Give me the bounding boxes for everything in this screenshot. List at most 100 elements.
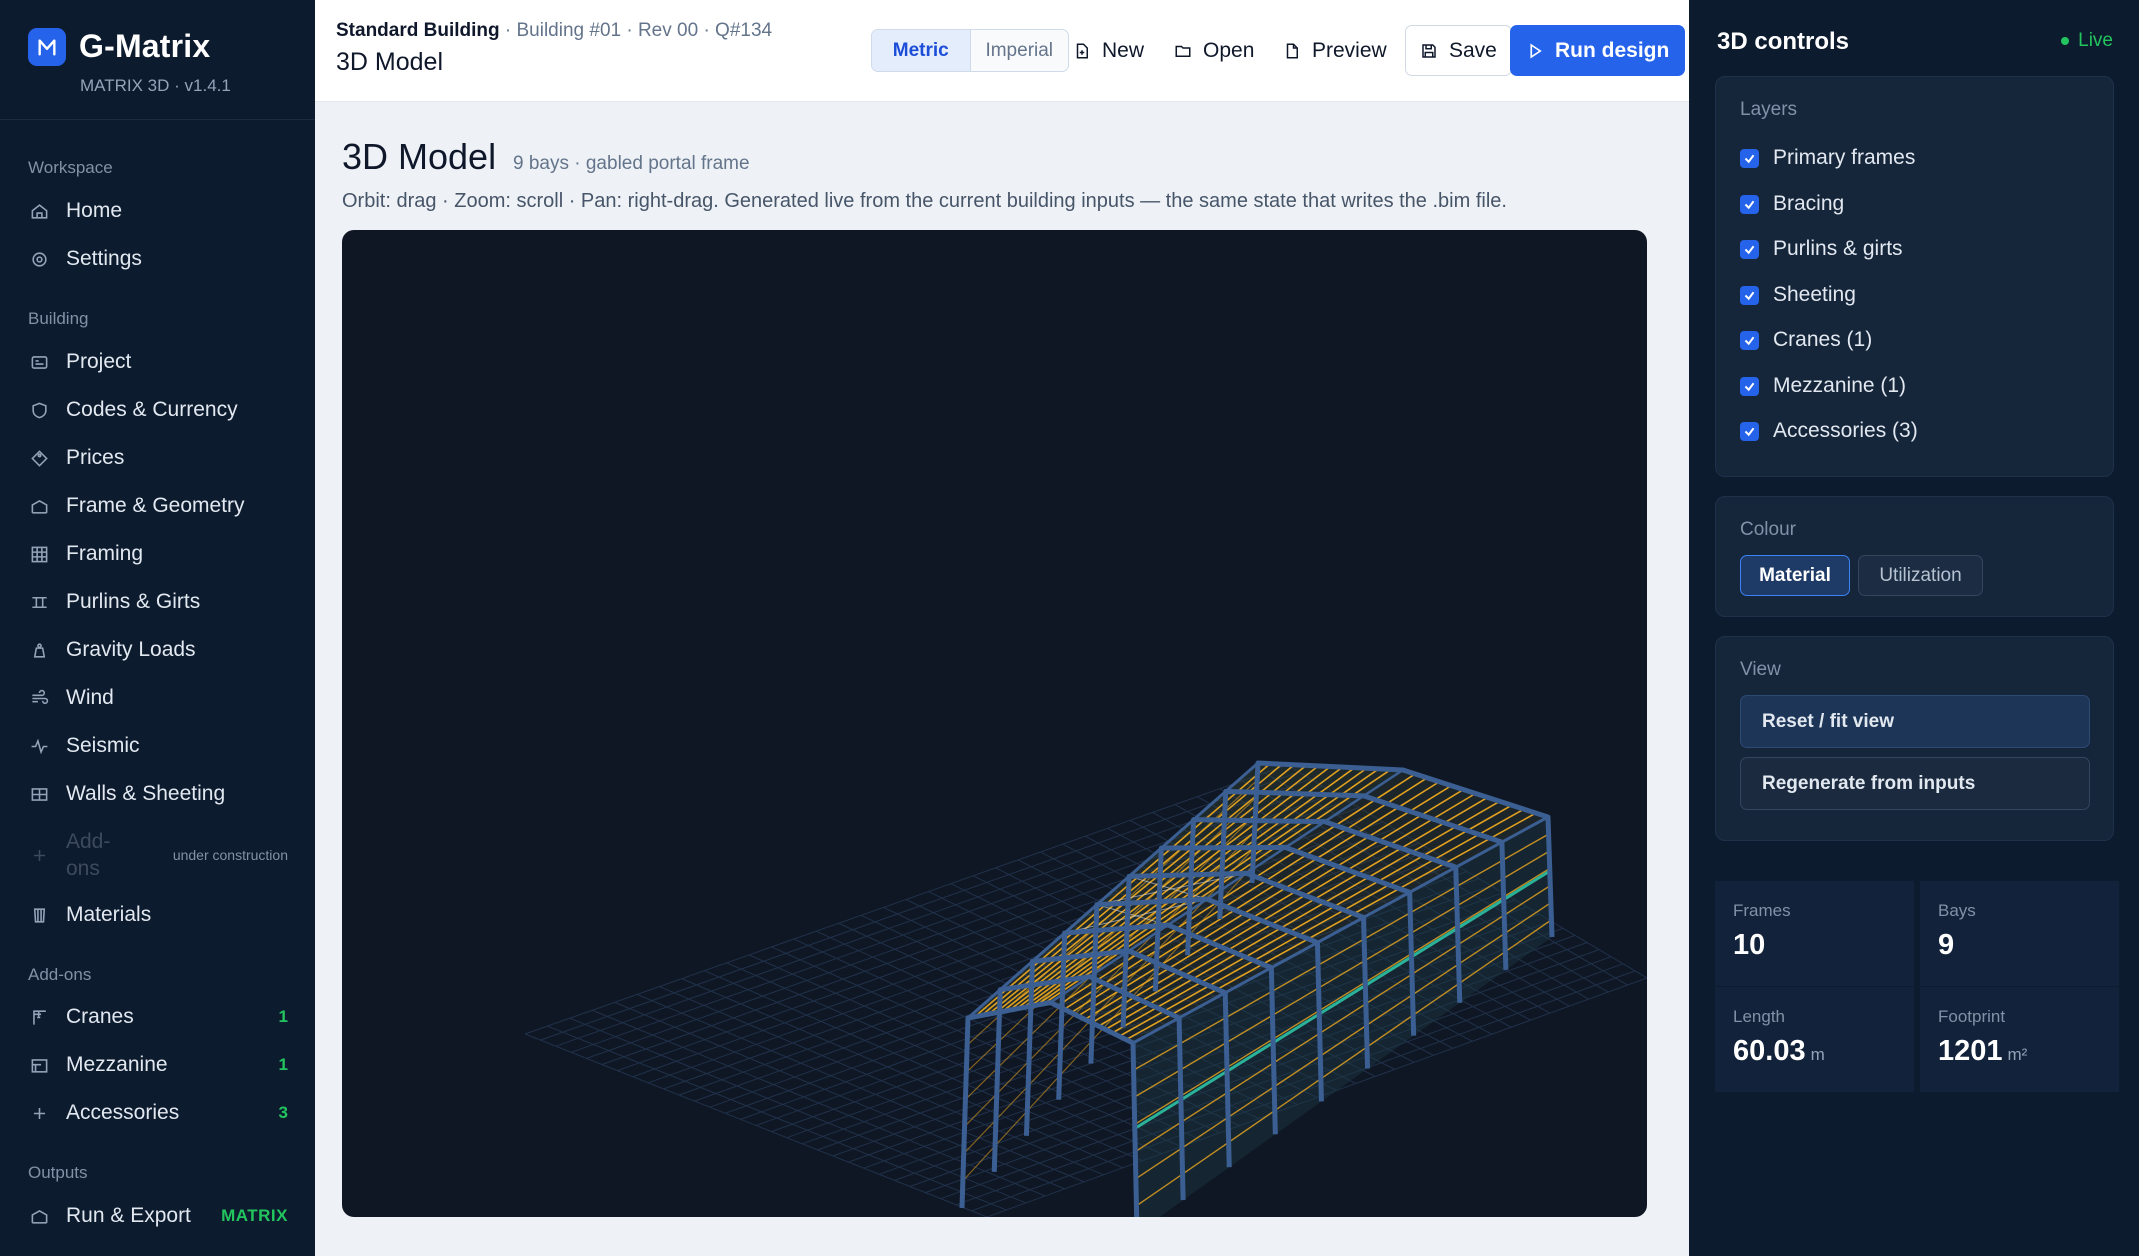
section-outputs: Outputs bbox=[28, 1163, 88, 1182]
sidebar-item-addons-disabled: Add-ons under construction bbox=[28, 827, 288, 883]
sidebar-item-project[interactable]: Project bbox=[28, 342, 288, 382]
stat-label: Frames bbox=[1733, 901, 1791, 920]
sidebar-item-label: Prices bbox=[66, 446, 125, 469]
layer-bracing-checkbox[interactable]: Bracing bbox=[1740, 192, 1844, 216]
frame-icon bbox=[28, 495, 50, 517]
live-dot-icon bbox=[2061, 37, 2070, 45]
3d-scene[interactable] bbox=[342, 230, 1647, 1217]
length-value: 60.03 bbox=[1733, 1035, 1806, 1067]
sidebar-item-mezzanine[interactable]: Mezzanine 1 bbox=[28, 1045, 288, 1085]
preview-button[interactable]: Preview bbox=[1283, 25, 1387, 76]
view-card: View Reset / fit view Regenerate from in… bbox=[1715, 636, 2114, 841]
grid-icon bbox=[28, 543, 50, 565]
top-bar: Standard Building · Building #01 · Rev 0… bbox=[315, 0, 1689, 102]
sidebar-item-label: Add-ons bbox=[66, 830, 111, 880]
sidebar-item-gravity-loads[interactable]: Gravity Loads bbox=[28, 630, 288, 670]
sidebar-item-label: Settings bbox=[66, 247, 142, 270]
layer-label: Primary frames bbox=[1773, 146, 1916, 169]
sidebar-item-label: Wind bbox=[66, 686, 114, 709]
layer-primary-frames-checkbox[interactable]: Primary frames bbox=[1740, 146, 1915, 170]
sidebar-item-label: Framing bbox=[66, 542, 144, 565]
sidebar-item-settings[interactable]: Settings bbox=[28, 239, 288, 279]
colour-material-button[interactable]: Material bbox=[1740, 555, 1850, 596]
count-badge: 3 bbox=[278, 1103, 288, 1122]
sidebar-item-label: Materials bbox=[66, 903, 152, 926]
model-stats: Frames 10 Bays 9 Length 60.03 m Footprint… bbox=[1715, 881, 2119, 1092]
layer-label: Purlins & girts bbox=[1773, 237, 1903, 260]
logo-icon bbox=[28, 28, 66, 66]
sidebar-item-seismic[interactable]: Seismic bbox=[28, 726, 288, 766]
sidebar-item-codes[interactable]: Codes & Currency bbox=[28, 390, 288, 430]
new-label: New bbox=[1102, 38, 1145, 62]
sidebar-item-prices[interactable]: Prices bbox=[28, 438, 288, 478]
sidebar-item-run-export[interactable]: Run & Export MATRIX bbox=[28, 1196, 288, 1236]
sidebar-item-materials[interactable]: Materials bbox=[28, 895, 288, 935]
sidebar-item-home[interactable]: Home bbox=[28, 191, 288, 231]
3d-viewport[interactable] bbox=[342, 230, 1647, 1217]
sidebar-item-label: Codes & Currency bbox=[66, 398, 238, 421]
new-button[interactable]: New bbox=[1073, 25, 1144, 76]
layer-cranes-checkbox[interactable]: Cranes (1) bbox=[1740, 328, 1872, 352]
header-title: 3D Model bbox=[336, 48, 443, 76]
layers-card: Layers Primary frames Bracing Purlins & … bbox=[1715, 76, 2114, 477]
save-button[interactable]: Save bbox=[1405, 25, 1512, 76]
stat-frames: Frames 10 bbox=[1715, 881, 1914, 986]
layer-purlins-checkbox[interactable]: Purlins & girts bbox=[1740, 237, 1903, 261]
sidebar-item-cranes[interactable]: Cranes 1 bbox=[28, 997, 288, 1037]
layer-label: Bracing bbox=[1773, 192, 1845, 215]
length-unit: m bbox=[1810, 1045, 1825, 1064]
sidebar-item-accessories[interactable]: Accessories 3 bbox=[28, 1093, 288, 1133]
layer-label: Cranes (1) bbox=[1773, 328, 1873, 351]
mezzanine-icon bbox=[28, 1054, 50, 1076]
3d-controls-panel: 3D controls Live Layers Primary frames B… bbox=[1689, 0, 2139, 1256]
regenerate-button[interactable]: Regenerate from inputs bbox=[1740, 757, 2090, 810]
breadcrumb-details: · Building #01 · Rev 00 · Q#134 bbox=[499, 20, 773, 41]
sidebar-item-label: Walls & Sheeting bbox=[66, 782, 226, 805]
purlin-icon bbox=[28, 591, 50, 613]
layer-label: Sheeting bbox=[1773, 283, 1856, 306]
sidebar-item-label: Purlins & Girts bbox=[66, 590, 201, 613]
run-design-button[interactable]: Run design bbox=[1510, 25, 1686, 76]
controls-title: 3D controls bbox=[1717, 28, 1850, 55]
weight-icon bbox=[28, 639, 50, 661]
save-label: Save bbox=[1449, 38, 1497, 62]
tag-icon bbox=[28, 447, 50, 469]
layer-accessories-checkbox[interactable]: Accessories (3) bbox=[1740, 419, 1918, 443]
building-model[interactable] bbox=[959, 760, 1555, 1217]
play-icon bbox=[1530, 42, 1542, 59]
layer-sheeting-checkbox[interactable]: Sheeting bbox=[1740, 283, 1856, 307]
checkbox-checked-icon bbox=[1740, 421, 1759, 441]
sidebar-item-frame-geometry[interactable]: Frame & Geometry bbox=[28, 486, 288, 526]
layers-heading: Layers bbox=[1740, 99, 1798, 120]
sidebar: G-Matrix MATRIX 3D · v1.4.1 Workspace Ho… bbox=[0, 0, 315, 1256]
unit-metric-button[interactable]: Metric bbox=[872, 30, 971, 71]
pulse-icon bbox=[28, 735, 50, 757]
sidebar-item-label: Project bbox=[66, 350, 132, 373]
colour-utilization-button[interactable]: Utilization bbox=[1858, 555, 1983, 596]
under-construction-note: under construction bbox=[172, 847, 288, 863]
brand: G-Matrix MATRIX 3D · v1.4.1 bbox=[0, 0, 315, 120]
sidebar-item-label: Home bbox=[66, 199, 123, 222]
preview-label: Preview bbox=[1312, 38, 1387, 62]
count-badge: 1 bbox=[278, 1055, 288, 1074]
unit-imperial-button[interactable]: Imperial bbox=[971, 30, 1069, 71]
breadcrumb-building[interactable]: Standard Building bbox=[336, 20, 500, 41]
checkbox-checked-icon bbox=[1740, 239, 1759, 259]
layer-mezzanine-checkbox[interactable]: Mezzanine (1) bbox=[1740, 374, 1906, 398]
id-card-icon bbox=[28, 351, 50, 373]
frames-value: 10 bbox=[1733, 929, 1766, 961]
sidebar-item-walls[interactable]: Walls & Sheeting bbox=[28, 774, 288, 814]
sidebar-item-wind[interactable]: Wind bbox=[28, 678, 288, 718]
count-badge: 1 bbox=[278, 1007, 288, 1026]
open-button[interactable]: Open bbox=[1174, 25, 1254, 76]
section-addons: Add-ons bbox=[28, 965, 92, 984]
layer-label: Mezzanine (1) bbox=[1773, 374, 1907, 397]
home-icon bbox=[28, 200, 50, 222]
layer-label: Accessories (3) bbox=[1773, 419, 1918, 442]
plus-icon bbox=[28, 844, 50, 866]
live-indicator: Live bbox=[2061, 30, 2113, 52]
sidebar-item-framing[interactable]: Framing bbox=[28, 534, 288, 574]
section-workspace: Workspace bbox=[28, 158, 113, 177]
reset-fit-view-button[interactable]: Reset / fit view bbox=[1740, 695, 2090, 748]
sidebar-item-purlins[interactable]: Purlins & Girts bbox=[28, 582, 288, 622]
